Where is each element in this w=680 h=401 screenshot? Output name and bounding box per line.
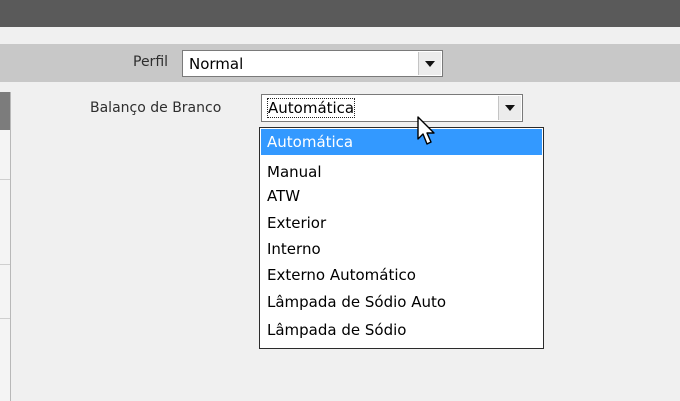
dropdown-option[interactable]: Lâmpada de Sódio — [261, 317, 542, 343]
left-panel-tab[interactable] — [0, 92, 10, 130]
divider — [0, 264, 10, 265]
white-balance-select-value: Automática — [266, 98, 356, 118]
white-balance-dropdown-arrow-button[interactable] — [498, 96, 521, 120]
perfil-dropdown-arrow-button[interactable] — [418, 52, 441, 75]
dropdown-option[interactable]: Manual — [261, 159, 542, 185]
white-balance-dropdown-list: Automática Manual ATW Exterior Interno E… — [259, 127, 544, 349]
perfil-label: Perfil — [133, 54, 169, 70]
dropdown-option[interactable]: Lâmpada de Sódio Auto — [261, 289, 542, 315]
top-bar — [0, 0, 680, 27]
dropdown-arrow-icon — [425, 60, 435, 67]
mouse-pointer-icon — [417, 116, 435, 145]
white-balance-label: Balanço de Branco — [90, 100, 222, 116]
dropdown-option[interactable]: Exterior — [261, 210, 542, 236]
dropdown-option[interactable]: Externo Automático — [261, 262, 542, 288]
left-panel — [0, 92, 11, 401]
perfil-select-value: Normal — [189, 54, 244, 73]
white-balance-select[interactable]: Automática — [261, 94, 523, 122]
divider — [0, 179, 10, 180]
dropdown-option[interactable]: ATW — [261, 183, 542, 209]
perfil-select[interactable]: Normal — [182, 50, 443, 77]
divider — [0, 318, 10, 319]
dropdown-option[interactable]: Automática — [261, 129, 542, 155]
dropdown-option[interactable]: Interno — [261, 236, 542, 262]
dropdown-arrow-icon — [505, 105, 515, 111]
